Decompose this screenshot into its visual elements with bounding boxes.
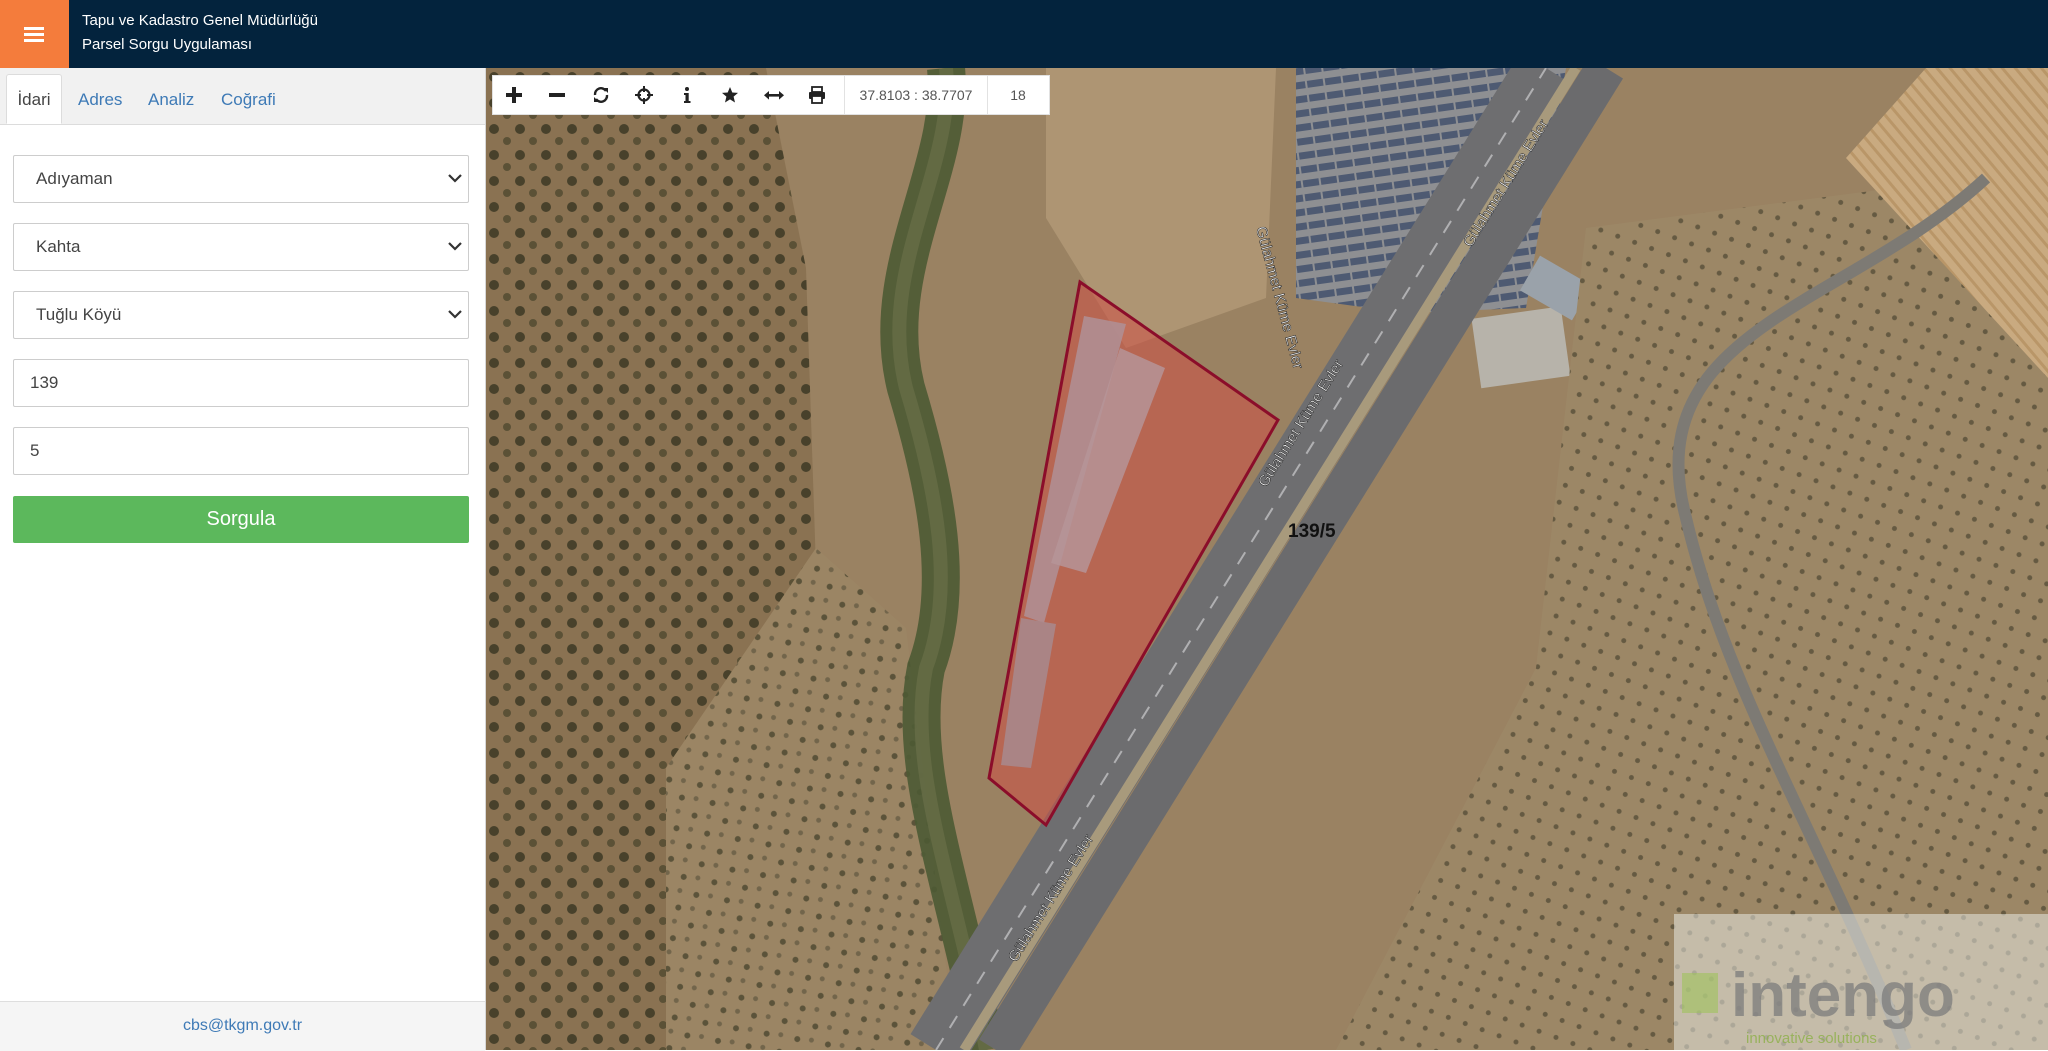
menu-button[interactable] [0, 0, 69, 68]
app-title: Tapu ve Kadastro Genel Müdürlüğü Parsel … [82, 9, 318, 57]
zoom-in-icon [506, 87, 522, 103]
locate-icon [635, 86, 653, 104]
parcel-input[interactable]: 5 [13, 427, 469, 475]
chevron-down-icon [448, 242, 462, 251]
hamburger-icon [24, 27, 44, 42]
info-button[interactable] [666, 76, 709, 114]
intengo-watermark: intengo innovative solutions [1674, 914, 2048, 1050]
neighborhood-select[interactable]: Tuğlu Köyü [13, 291, 469, 339]
zoom-out-button[interactable] [536, 76, 579, 114]
refresh-icon [593, 87, 609, 103]
district-select[interactable]: Kahta [13, 223, 469, 271]
query-panel: İdari Adres Analiz Coğrafi Adıyaman Kaht… [0, 68, 486, 1051]
district-value: Kahta [36, 237, 81, 256]
parcel-value: 5 [30, 441, 40, 460]
chevron-down-icon [448, 174, 462, 183]
map-view[interactable]: Gülahmet Küme Evler Gülahmet Küme Evler … [486, 68, 2048, 1050]
info-icon [684, 87, 691, 103]
locate-button[interactable] [623, 76, 666, 114]
zoom-out-icon [549, 93, 565, 97]
app-title-line1: Tapu ve Kadastro Genel Müdürlüğü [82, 12, 318, 29]
top-bar: Tapu ve Kadastro Genel Müdürlüğü Parsel … [0, 0, 2048, 68]
zoom-level: 18 [1010, 87, 1026, 103]
app-title-line2: Parsel Sorgu Uygulaması [82, 36, 253, 53]
measure-icon [764, 91, 784, 100]
tab-idari[interactable]: İdari [6, 74, 62, 124]
block-input[interactable]: 139 [13, 359, 469, 407]
watermark-brand: intengo [1731, 961, 1955, 1030]
footer: cbs@tkgm.gov.tr [0, 1001, 485, 1051]
contact-email-link[interactable]: cbs@tkgm.gov.tr [183, 1017, 302, 1034]
coordinate-readout: 37.8103 : 38.7707 [844, 76, 988, 114]
print-button[interactable] [796, 76, 839, 114]
tab-analiz[interactable]: Analiz [148, 74, 194, 124]
satellite-map[interactable]: Gülahmet Küme Evler Gülahmet Küme Evler … [486, 68, 2048, 1050]
chevron-down-icon [448, 310, 462, 319]
province-select[interactable]: Adıyaman [13, 155, 469, 203]
query-button[interactable]: Sorgula [13, 496, 469, 543]
parcel-label: 139/5 [1288, 521, 1336, 542]
watermark-tagline: innovative solutions [1746, 1030, 1877, 1047]
tab-adres[interactable]: Adres [78, 74, 122, 124]
measure-button[interactable] [752, 76, 795, 114]
block-value: 139 [30, 373, 59, 392]
province-value: Adıyaman [36, 169, 113, 188]
favorite-button[interactable] [709, 76, 752, 114]
favorite-icon [722, 87, 738, 103]
refresh-button[interactable] [580, 76, 623, 114]
neighborhood-value: Tuğlu Köyü [36, 305, 122, 324]
print-icon [809, 86, 825, 104]
zoom-in-button[interactable] [493, 76, 536, 114]
tab-cografi[interactable]: Coğrafi [221, 74, 276, 124]
map-toolbar: 37.8103 : 38.7707 18 [492, 75, 1050, 115]
tab-bar: İdari Adres Analiz Coğrafi [0, 68, 485, 125]
